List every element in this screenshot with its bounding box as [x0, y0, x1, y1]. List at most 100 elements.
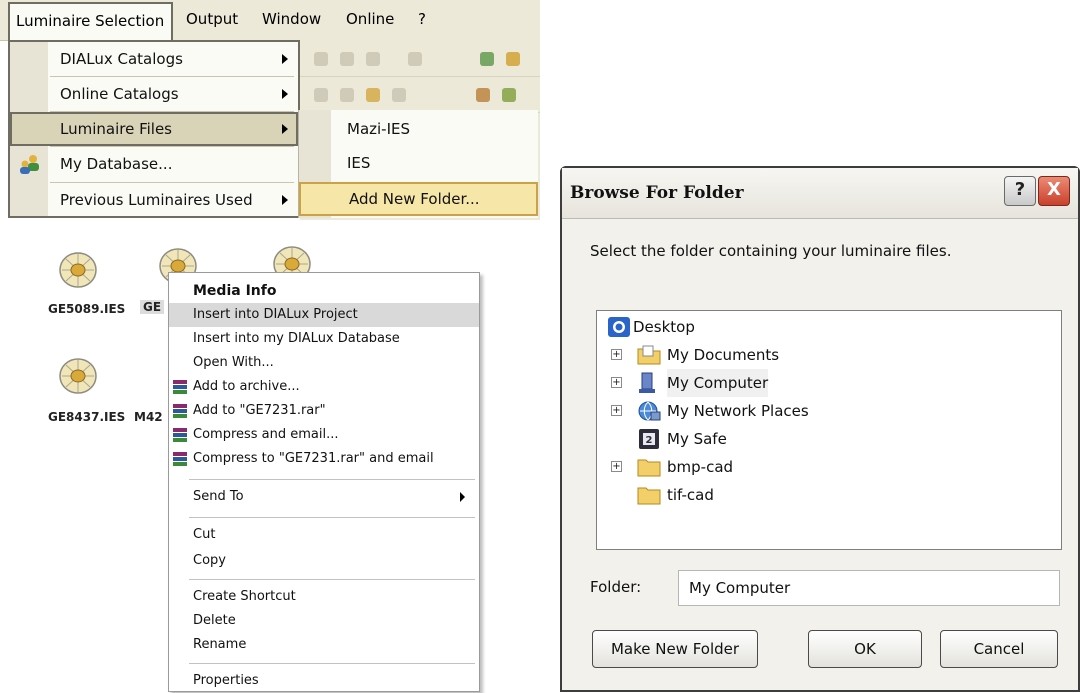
menu-item-previous-luminaires[interactable]: Previous Luminaires Used	[10, 183, 298, 217]
menu-online[interactable]: Online	[346, 0, 394, 38]
context-item-compress-email[interactable]: Compress and email...	[169, 423, 479, 447]
ies-file-icon[interactable]	[56, 356, 100, 396]
file-label[interactable]: M42	[134, 410, 163, 424]
menu-separator	[189, 579, 475, 580]
context-item-cut[interactable]: Cut	[169, 523, 479, 547]
menu-output[interactable]: Output	[186, 0, 238, 38]
submenu-arrow-icon	[460, 492, 465, 502]
tree-item-label: My Safe	[667, 430, 727, 448]
menu-help[interactable]: ?	[418, 0, 426, 38]
toolbar-icon	[408, 52, 422, 66]
help-button[interactable]: ?	[1004, 176, 1036, 206]
context-item-label: Insert into DIALux Project	[193, 307, 358, 322]
safe-icon: 2	[639, 429, 659, 449]
menu-window[interactable]: Window	[262, 0, 321, 38]
tree-item-label: My Documents	[667, 346, 780, 364]
context-item-insert-dialux-database[interactable]: Insert into my DIALux Database	[169, 327, 479, 351]
ok-button[interactable]: OK	[808, 630, 922, 668]
submenu-item-add-new-folder[interactable]: Add New Folder...	[299, 182, 538, 216]
menu-item-luminaire-files[interactable]: Luminaire Files	[10, 112, 298, 146]
submenu-item-label: Add New Folder...	[349, 190, 480, 208]
context-item-media-info[interactable]: Media Info	[169, 279, 479, 303]
network-icon	[638, 401, 661, 421]
folder-label: Folder:	[590, 578, 642, 596]
file-label[interactable]: GE5089.IES	[48, 302, 125, 316]
context-item-label: Media Info	[193, 283, 277, 299]
toolbar-icon	[314, 52, 328, 66]
folder-icon	[637, 487, 661, 505]
toolbar-icon	[502, 88, 516, 102]
menu-item-label: DIALux Catalogs	[60, 50, 183, 68]
submenu-arrow-icon	[282, 195, 288, 205]
toolbar-icon	[506, 52, 520, 66]
menu-item-online-catalogs[interactable]: Online Catalogs	[10, 77, 298, 111]
expand-plus-icon[interactable]: +	[611, 461, 622, 472]
context-item-label: Open With...	[193, 355, 274, 370]
folder-icon	[637, 459, 661, 477]
cancel-button[interactable]: Cancel	[940, 630, 1058, 668]
folder-tree[interactable]: Desktop + My Documents + My Computer + M…	[596, 310, 1062, 550]
menu-separator	[189, 517, 475, 518]
context-item-insert-dialux-project[interactable]: Insert into DIALux Project	[169, 303, 479, 327]
computer-icon	[639, 372, 655, 393]
menu-separator	[189, 663, 475, 664]
menu-item-label: Previous Luminaires Used	[60, 191, 253, 209]
ies-file-icon[interactable]	[56, 250, 100, 290]
context-item-label: Add to "GE7231.rar"	[193, 403, 326, 418]
winrar-icon	[173, 380, 187, 394]
toolbar-icon	[366, 52, 380, 66]
context-item-send-to[interactable]: Send To	[169, 485, 479, 509]
submenu-arrow-icon	[282, 89, 288, 99]
toolbar-row	[300, 40, 540, 77]
dialog-title-bar[interactable]: Browse For Folder ? X	[562, 168, 1078, 219]
context-item-rename[interactable]: Rename	[169, 633, 479, 657]
luminaire-selection-dropdown: DIALux Catalogs Online Catalogs Luminair…	[8, 40, 300, 218]
submenu-item-ies[interactable]: IES	[299, 146, 538, 180]
submenu-item-mazi-ies[interactable]: Mazi-IES	[299, 112, 538, 146]
toolbar-icon	[476, 88, 490, 102]
context-item-label: Compress and email...	[193, 427, 339, 442]
close-button[interactable]: X	[1038, 176, 1070, 206]
context-item-delete[interactable]: Delete	[169, 609, 479, 633]
context-item-properties[interactable]: Properties	[169, 669, 479, 693]
tree-item-label: My Computer	[667, 369, 769, 397]
context-item-open-with[interactable]: Open With...	[169, 351, 479, 375]
context-item-compress-rar-email[interactable]: Compress to "GE7231.rar" and email	[169, 447, 479, 471]
tree-item-label: bmp-cad	[667, 458, 734, 476]
file-label[interactable]: GE8437.IES	[48, 410, 125, 424]
context-item-label: Cut	[193, 527, 216, 542]
svg-text:2: 2	[646, 435, 653, 446]
context-item-create-shortcut[interactable]: Create Shortcut	[169, 585, 479, 609]
dialog-instruction: Select the folder containing your lumina…	[590, 242, 952, 260]
winrar-icon	[173, 404, 187, 418]
expand-plus-icon[interactable]: +	[611, 349, 622, 360]
submenu-item-label: IES	[347, 154, 371, 172]
toolbar-icon	[366, 88, 380, 102]
menu-item-dialux-catalogs[interactable]: DIALux Catalogs	[10, 42, 298, 76]
toolbar-icon	[314, 88, 328, 102]
browse-for-folder-dialog: Browse For Folder ? X Select the folder …	[560, 166, 1080, 692]
menu-item-label: My Database...	[60, 155, 173, 173]
folder-input[interactable]	[678, 570, 1060, 606]
folder-icon	[637, 345, 661, 365]
context-item-add-to-archive[interactable]: Add to archive...	[169, 375, 479, 399]
menu-luminaire-selection[interactable]: Luminaire Selection	[8, 2, 173, 40]
luminaire-files-submenu: Mazi-IES IES Add New Folder...	[298, 110, 538, 218]
submenu-item-label: Mazi-IES	[347, 120, 411, 138]
context-item-label: Delete	[193, 613, 236, 628]
context-item-label: Create Shortcut	[193, 589, 296, 604]
file-label[interactable]: GE	[140, 300, 165, 314]
expand-plus-icon[interactable]: +	[611, 377, 622, 388]
toolbar-row	[300, 76, 540, 113]
toolbar-icon	[340, 52, 354, 66]
tree-item-label: Desktop	[633, 318, 695, 336]
expand-plus-icon[interactable]: +	[611, 405, 622, 416]
context-item-copy[interactable]: Copy	[169, 549, 479, 573]
winrar-icon	[173, 452, 187, 466]
make-new-folder-button[interactable]: Make New Folder	[592, 630, 758, 668]
submenu-arrow-icon	[282, 54, 288, 64]
menu-item-my-database[interactable]: My Database...	[10, 147, 298, 181]
context-item-add-to-rar[interactable]: Add to "GE7231.rar"	[169, 399, 479, 423]
menu-bar: Luminaire Selection Output Window Online…	[0, 0, 540, 41]
file-context-menu: Media Info Insert into DIALux Project In…	[168, 272, 480, 692]
